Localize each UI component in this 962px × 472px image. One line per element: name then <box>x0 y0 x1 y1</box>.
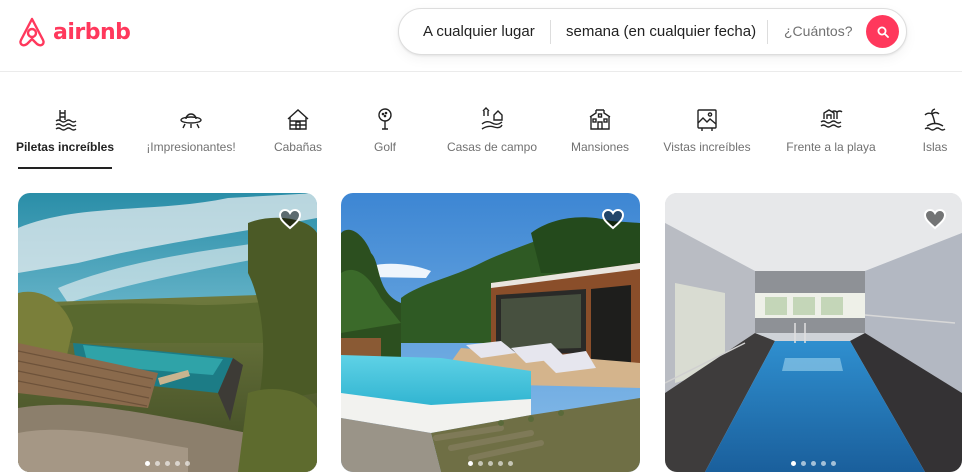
search-icon <box>877 26 889 38</box>
pagination-dot <box>145 461 150 466</box>
listing-card[interactable] <box>341 193 640 472</box>
island-icon <box>922 106 948 132</box>
category-label: Islas <box>922 140 948 154</box>
category-amazing[interactable]: ¡Impresionantes! <box>143 100 239 170</box>
category-label: Casas de campo <box>446 140 538 154</box>
ufo-icon <box>178 106 204 132</box>
heart-icon[interactable] <box>278 208 302 230</box>
pagination-dot <box>175 461 180 466</box>
category-golf[interactable]: Golf <box>370 100 400 170</box>
pagination-dot <box>155 461 160 466</box>
search-when[interactable]: semana (en cualquier fecha) <box>566 23 756 40</box>
category-pools[interactable]: Piletas increíbles <box>15 100 115 170</box>
indoor-pool-photo <box>665 193 962 472</box>
pagination-dot <box>811 461 816 466</box>
search-button[interactable] <box>866 15 899 48</box>
beachfront-icon <box>818 106 844 132</box>
mansion-icon <box>587 106 613 132</box>
pagination-dot <box>488 461 493 466</box>
brand-name: airbnb <box>53 19 131 45</box>
search-divider <box>767 20 768 44</box>
category-beachfront[interactable]: Frente a la playa <box>785 100 877 170</box>
photo-pagination-dots <box>665 461 962 466</box>
active-category-underline <box>18 167 112 169</box>
views-icon <box>694 106 720 132</box>
heart-icon[interactable] <box>923 208 947 230</box>
golf-icon <box>372 106 398 132</box>
search-divider <box>550 20 551 44</box>
category-label: Vistas increíbles <box>663 140 751 154</box>
pagination-dot <box>801 461 806 466</box>
category-countryside[interactable]: Casas de campo <box>445 100 539 170</box>
listing-card[interactable] <box>665 193 962 472</box>
top-header: airbnb A cualquier lugar semana (en cual… <box>0 0 962 72</box>
photo-pagination-dots <box>341 461 640 466</box>
airbnb-logo-icon <box>19 17 45 47</box>
countryside-icon <box>479 106 505 132</box>
category-label: Frente a la playa <box>786 140 876 154</box>
category-islands[interactable]: Islas <box>920 100 950 170</box>
category-label: Golf <box>373 140 396 154</box>
heart-icon[interactable] <box>601 208 625 230</box>
search-guests[interactable]: ¿Cuántos? <box>784 23 852 39</box>
pagination-dot <box>478 461 483 466</box>
category-views[interactable]: Vistas increíbles <box>661 100 753 170</box>
infinity-pool-hillside-photo <box>18 193 317 472</box>
pagination-dot <box>165 461 170 466</box>
category-label: Mansiones <box>570 140 630 154</box>
pool-icon <box>52 106 78 132</box>
category-label: Piletas increíbles <box>15 140 115 154</box>
pagination-dot <box>185 461 190 466</box>
category-mansions[interactable]: Mansiones <box>569 100 631 170</box>
photo-pagination-dots <box>18 461 317 466</box>
cabin-icon <box>285 106 311 132</box>
pagination-dot <box>831 461 836 466</box>
airbnb-logo[interactable]: airbnb <box>17 15 131 49</box>
listing-card[interactable] <box>18 193 317 472</box>
category-label: Cabañas <box>273 140 323 154</box>
pagination-dot <box>468 461 473 466</box>
category-cabins[interactable]: Cabañas <box>272 100 324 170</box>
search-where[interactable]: A cualquier lugar <box>423 23 535 40</box>
pagination-dot <box>821 461 826 466</box>
category-label: ¡Impresionantes! <box>146 140 236 154</box>
category-bar: Piletas increíbles ¡Impresionantes! Caba… <box>0 100 962 170</box>
pagination-dot <box>498 461 503 466</box>
search-bar[interactable]: A cualquier lugar semana (en cualquier f… <box>398 8 907 55</box>
pool-wooden-house-photo <box>341 193 640 472</box>
pagination-dot <box>508 461 513 466</box>
pagination-dot <box>791 461 796 466</box>
